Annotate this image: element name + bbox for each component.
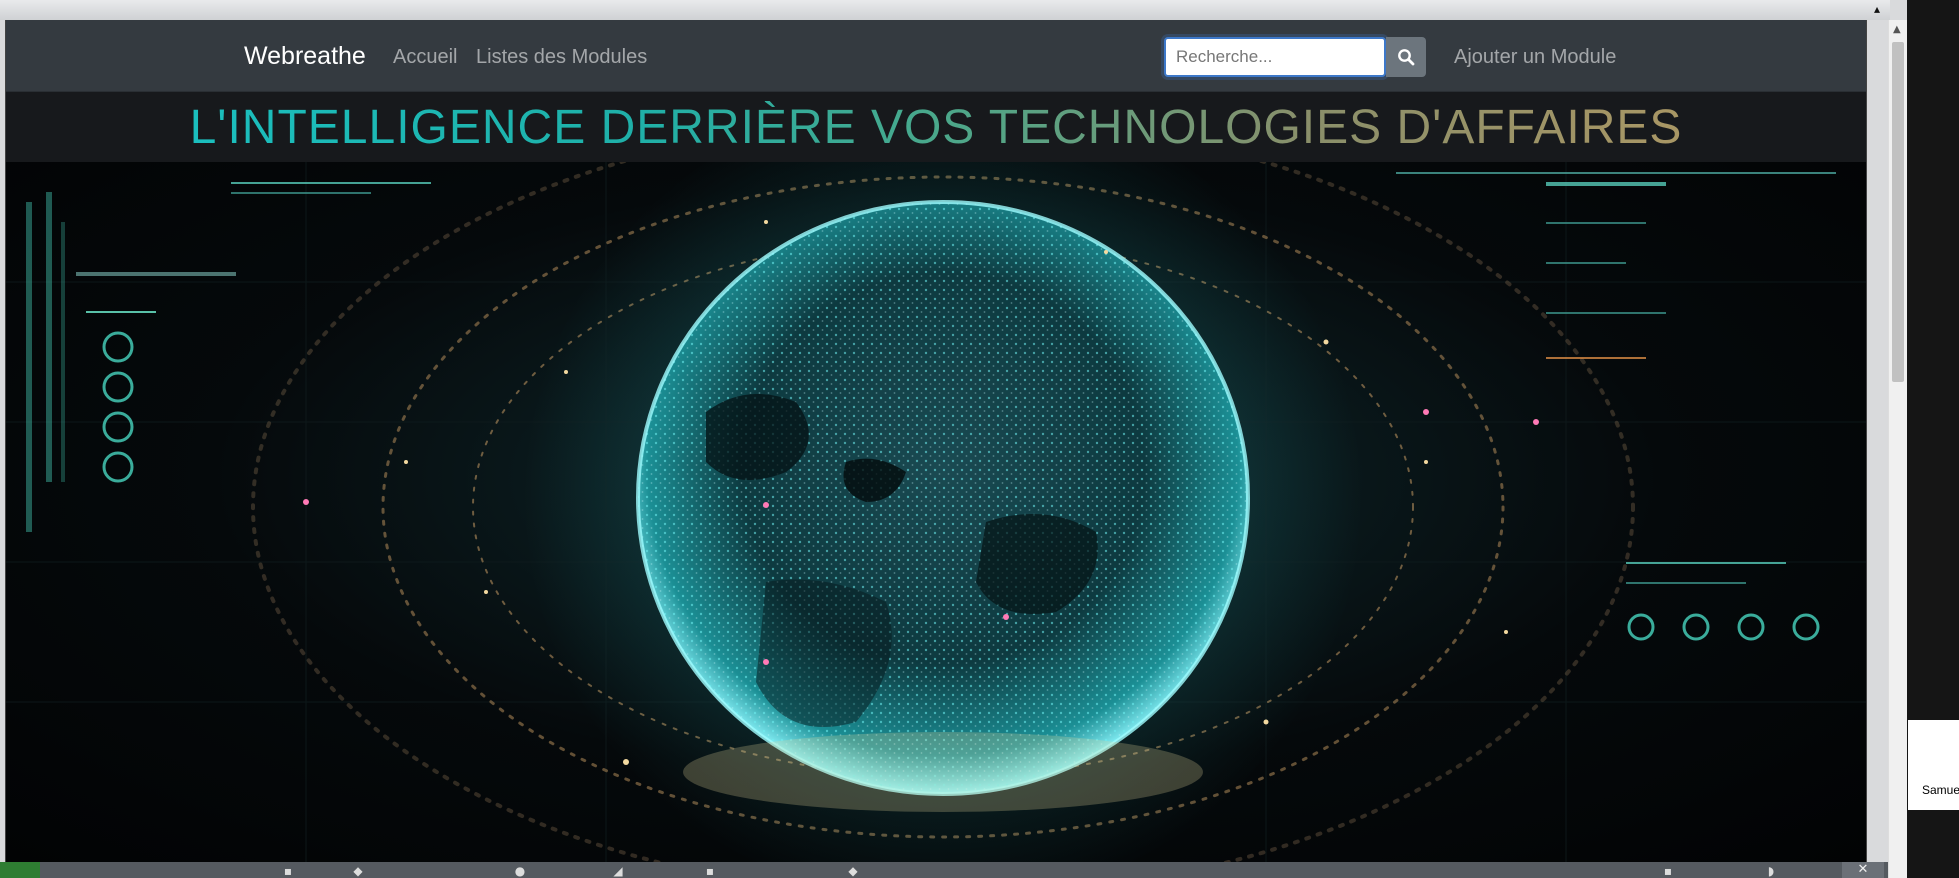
app-icon[interactable]: ▪ bbox=[702, 864, 718, 878]
right-hud bbox=[1396, 172, 1836, 641]
nav-link-accueil[interactable]: Accueil bbox=[393, 46, 457, 69]
app-icon[interactable]: ▪ bbox=[280, 864, 296, 878]
app-icon[interactable]: ◗ bbox=[1763, 864, 1779, 878]
app-icon[interactable]: ▪ bbox=[1660, 864, 1676, 878]
user-name-label: Samue bbox=[1922, 783, 1959, 797]
app-icon[interactable]: ◆ bbox=[845, 864, 861, 878]
hero-globe-illustration bbox=[6, 162, 1866, 863]
side-panel: Samue bbox=[1907, 0, 1959, 878]
navbar: Webreathe Accueil Listes des Modules Ajo… bbox=[6, 20, 1866, 92]
nav-link-modules-list[interactable]: Listes des Modules bbox=[476, 46, 647, 69]
collapse-icon[interactable]: ▴ bbox=[1874, 3, 1886, 15]
scroll-up-icon[interactable]: ▲ bbox=[1893, 24, 1901, 35]
app-icon[interactable]: ● bbox=[512, 864, 528, 878]
screen: ▴ Webreathe Accueil Listes des Modules A… bbox=[0, 0, 1959, 878]
hero-headline: L'INTELLIGENCE DERRIÈRE VOS TECHNOLOGIES… bbox=[189, 100, 1683, 154]
scroll-thumb[interactable] bbox=[1892, 42, 1904, 382]
vertical-scrollbar[interactable]: ▲ bbox=[1888, 20, 1907, 878]
close-icon[interactable]: ✕ bbox=[1842, 862, 1884, 878]
search-icon bbox=[1398, 49, 1415, 66]
browser-viewport: Webreathe Accueil Listes des Modules Ajo… bbox=[5, 20, 1867, 863]
app-icon[interactable]: ◢ bbox=[610, 864, 626, 878]
host-window-top-bar: ▴ bbox=[0, 0, 1890, 20]
start-button[interactable] bbox=[0, 862, 40, 878]
app-icon[interactable]: ◆ bbox=[350, 864, 366, 878]
add-module-link[interactable]: Ajouter un Module bbox=[1454, 46, 1616, 69]
search-input[interactable] bbox=[1164, 37, 1386, 77]
headline-band: L'INTELLIGENCE DERRIÈRE VOS TECHNOLOGIES… bbox=[6, 92, 1866, 162]
search-button[interactable] bbox=[1386, 37, 1426, 77]
taskbar: ▪ ◆ ● ◢ ▪ ◆ ▪ ◗ ✕ bbox=[0, 862, 1890, 878]
left-hud bbox=[26, 182, 431, 532]
hero-image bbox=[6, 162, 1866, 863]
brand-link[interactable]: Webreathe bbox=[244, 42, 366, 71]
